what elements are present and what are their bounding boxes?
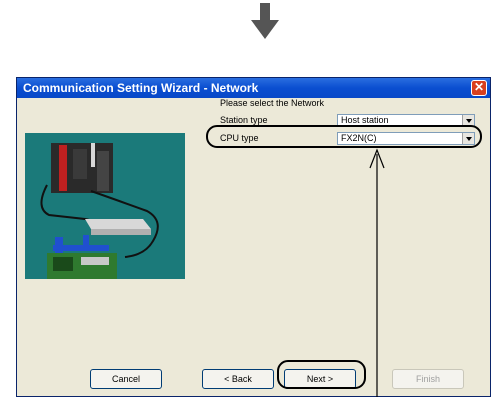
pointer-arrow-icon (369, 148, 385, 397)
